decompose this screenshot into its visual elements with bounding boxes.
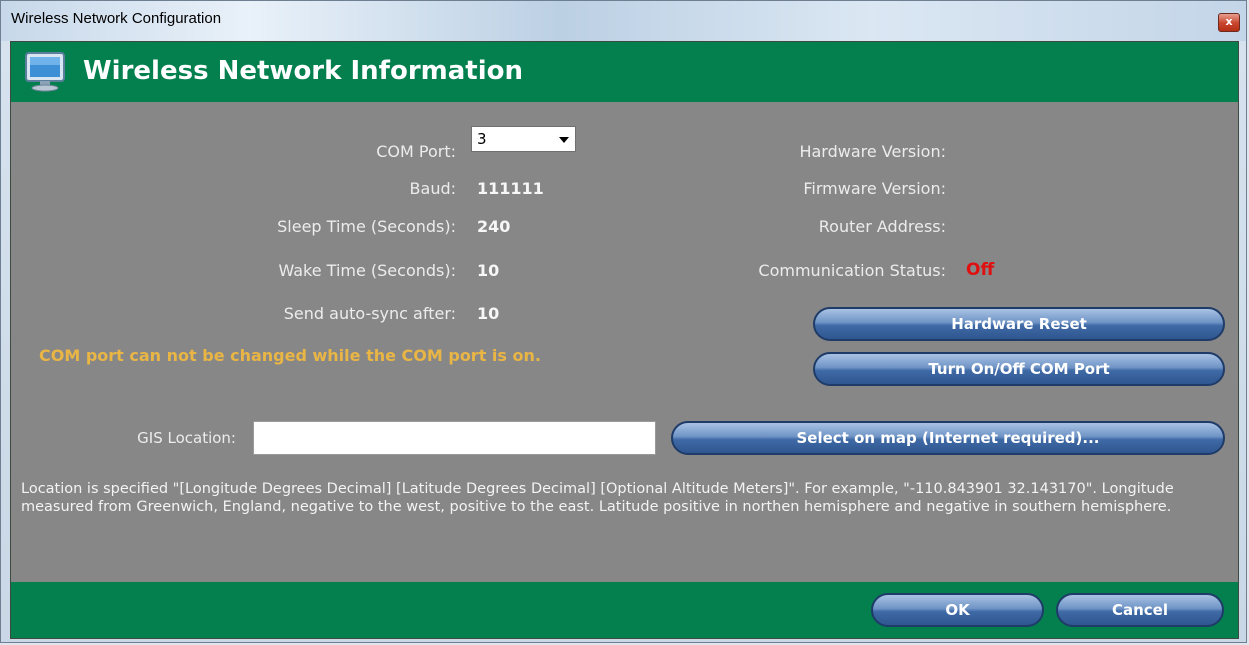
gis-location-label: GIS Location: <box>137 429 236 447</box>
cancel-button[interactable]: Cancel <box>1056 593 1224 627</box>
dialog-window: Wireless Network Configuration x Wireles… <box>0 0 1247 643</box>
com-port-warning: COM port can not be changed while the CO… <box>39 346 541 365</box>
router-address-label: Router Address: <box>818 217 946 236</box>
select-on-map-button[interactable]: Select on map (Internet required)... <box>671 421 1225 455</box>
communication-status-value: Off <box>966 260 995 280</box>
ok-button[interactable]: OK <box>871 593 1044 627</box>
wake-time-label: Wake Time (Seconds): <box>278 261 456 280</box>
window-title: Wireless Network Configuration <box>11 10 222 27</box>
baud-value: 111111 <box>477 179 544 198</box>
auto-sync-value: 10 <box>477 304 500 323</box>
sleep-time-label: Sleep Time (Seconds): <box>277 217 456 236</box>
hardware-version-label: Hardware Version: <box>799 142 946 161</box>
firmware-version-label: Firmware Version: <box>803 179 946 198</box>
header-banner: Wireless Network Information <box>11 42 1238 102</box>
communication-status-label: Communication Status: <box>758 261 946 280</box>
title-bar[interactable]: Wireless Network Configuration x <box>1 1 1246 41</box>
location-help-text: Location is specified "[Longitude Degree… <box>21 481 1174 515</box>
close-button[interactable]: x <box>1218 13 1240 32</box>
com-port-select[interactable]: 3 <box>471 126 576 152</box>
monitor-icon <box>25 52 65 92</box>
toggle-com-port-button[interactable]: Turn On/Off COM Port <box>813 352 1225 386</box>
com-port-label: COM Port: <box>376 142 456 161</box>
com-port-value: 3 <box>477 130 487 148</box>
baud-label: Baud: <box>409 179 456 198</box>
gis-location-input[interactable] <box>253 421 656 455</box>
auto-sync-label: Send auto-sync after: <box>283 304 456 323</box>
chevron-down-icon <box>559 137 569 143</box>
sleep-time-value: 240 <box>477 217 511 236</box>
hardware-reset-button[interactable]: Hardware Reset <box>813 307 1225 341</box>
footer-bar: OK Cancel <box>11 582 1238 638</box>
page-title: Wireless Network Information <box>83 56 523 86</box>
wake-time-value: 10 <box>477 261 500 280</box>
dialog-body: Wireless Network Information COM Port: 3… <box>10 41 1239 639</box>
